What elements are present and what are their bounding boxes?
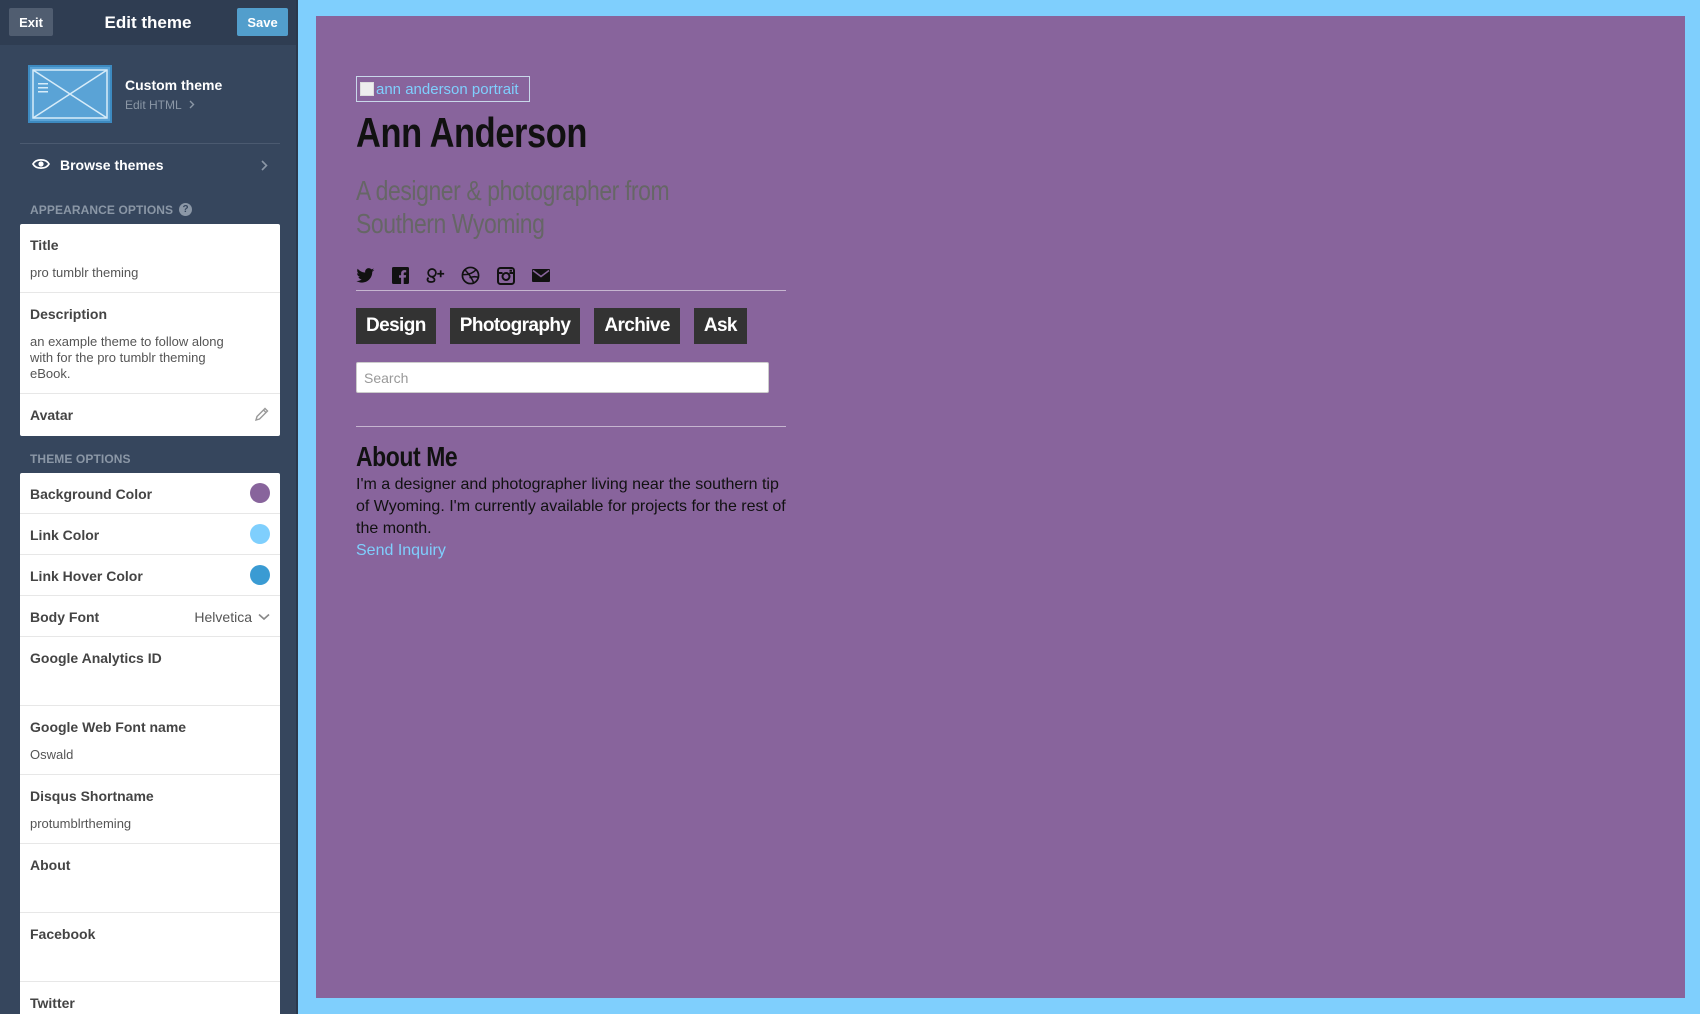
chevron-right-icon — [261, 158, 268, 176]
google-analytics-field[interactable]: Google Analytics ID — [20, 637, 280, 706]
about-heading: About Me — [356, 441, 458, 472]
link-hover-color-field[interactable]: Link Hover Color — [20, 555, 280, 596]
theme-options-heading: THEME OPTIONS — [30, 452, 131, 466]
google-web-font-field[interactable]: Google Web Font name Oswald — [20, 706, 280, 775]
appearance-options-panel: Title pro tumblr theming Description an … — [20, 224, 280, 436]
twitter-label: Twitter — [30, 995, 75, 1011]
search-input[interactable] — [356, 362, 769, 393]
avatar-label: Avatar — [30, 407, 74, 423]
link-hover-color-label: Link Hover Color — [30, 568, 143, 584]
nav-archive[interactable]: Archive — [594, 308, 680, 344]
dribbble-icon[interactable] — [461, 266, 480, 285]
nav-photography[interactable]: Photography — [449, 308, 581, 344]
body-font-select[interactable]: Helvetica — [194, 608, 270, 626]
about-label: About — [30, 857, 71, 873]
divider — [356, 290, 786, 291]
custom-theme-name: Custom theme — [125, 77, 223, 93]
edit-html-link[interactable]: Edit HTML — [125, 98, 195, 112]
disqus-shortname-value[interactable]: protumblrtheming — [30, 816, 245, 832]
google-analytics-label: Google Analytics ID — [30, 650, 162, 666]
link-color-swatch[interactable] — [250, 524, 270, 544]
background-color-field[interactable]: Background Color — [20, 473, 280, 514]
instagram-icon[interactable] — [496, 266, 515, 285]
background-color-label: Background Color — [30, 486, 153, 502]
title-value[interactable]: pro tumblr theming — [30, 265, 245, 281]
description-label: Description — [30, 306, 108, 322]
sidebar-header: Exit Edit theme Save — [0, 0, 296, 45]
disqus-shortname-field[interactable]: Disqus Shortname protumblrtheming — [20, 775, 280, 844]
site-nav: Design Photography Archive Ask — [356, 308, 747, 344]
custom-theme-card: Custom theme Edit HTML — [0, 45, 296, 143]
divider — [356, 426, 786, 427]
about-text: I'm a designer and photographer living n… — [356, 476, 786, 537]
google-web-font-value[interactable]: Oswald — [30, 747, 245, 763]
save-button[interactable]: Save — [237, 8, 288, 36]
google-web-font-label: Google Web Font name — [30, 719, 187, 735]
email-icon[interactable] — [531, 266, 550, 285]
edit-html-label: Edit HTML — [125, 98, 182, 112]
disqus-shortname-label: Disqus Shortname — [30, 788, 154, 804]
portrait-alt-text: ann anderson portrait — [376, 80, 519, 98]
site-description: A designer & photographer from Southern … — [356, 175, 670, 239]
body-font-value: Helvetica — [194, 609, 252, 625]
description-field[interactable]: Description an example theme to follow a… — [20, 293, 280, 394]
facebook-field[interactable]: Facebook — [20, 913, 280, 982]
title-label: Title — [30, 237, 59, 253]
theme-thumbnail — [28, 65, 112, 123]
send-inquiry-link[interactable]: Send Inquiry — [356, 542, 446, 560]
nav-ask[interactable]: Ask — [693, 308, 747, 344]
browse-themes-button[interactable]: Browse themes — [20, 145, 280, 185]
theme-options-panel: Background Color Link Color Link Hover C… — [20, 473, 280, 1014]
link-color-label: Link Color — [30, 527, 100, 543]
body-font-field[interactable]: Body Font Helvetica — [20, 596, 280, 637]
link-hover-color-swatch[interactable] — [250, 565, 270, 585]
body-font-label: Body Font — [30, 609, 100, 625]
exit-button[interactable]: Exit — [9, 8, 53, 36]
facebook-label: Facebook — [30, 926, 96, 942]
social-links — [356, 266, 550, 285]
avatar-field[interactable]: Avatar — [20, 394, 280, 436]
facebook-icon[interactable] — [391, 266, 410, 285]
about-field[interactable]: About — [20, 844, 280, 913]
google-plus-icon[interactable] — [426, 266, 445, 285]
browse-themes-label: Browse themes — [60, 157, 164, 173]
title-field[interactable]: Title pro tumblr theming — [20, 224, 280, 293]
appearance-options-heading: APPEARANCE OPTIONS? — [30, 203, 193, 217]
chevron-right-icon — [189, 98, 195, 112]
portrait-image[interactable]: ann anderson portrait — [356, 76, 530, 102]
help-icon[interactable]: ? — [179, 203, 193, 217]
description-value[interactable]: an example theme to follow along with fo… — [30, 334, 245, 382]
theme-editor-sidebar: Exit Edit theme Save Custom theme Edit H… — [0, 0, 298, 1014]
site-title: Ann Anderson — [356, 109, 588, 156]
twitter-field[interactable]: Twitter — [20, 982, 280, 1014]
appearance-options-label: APPEARANCE OPTIONS — [30, 203, 174, 217]
nav-design[interactable]: Design — [356, 308, 436, 344]
link-color-field[interactable]: Link Color — [20, 514, 280, 555]
eye-icon — [31, 157, 51, 176]
background-color-swatch[interactable] — [250, 483, 270, 503]
divider — [20, 143, 280, 144]
twitter-icon[interactable] — [356, 266, 375, 285]
pencil-icon[interactable] — [254, 406, 270, 427]
theme-preview: ann anderson portrait Ann Anderson A des… — [316, 16, 1685, 998]
broken-image-icon — [360, 82, 374, 96]
chevron-down-icon — [258, 608, 270, 626]
